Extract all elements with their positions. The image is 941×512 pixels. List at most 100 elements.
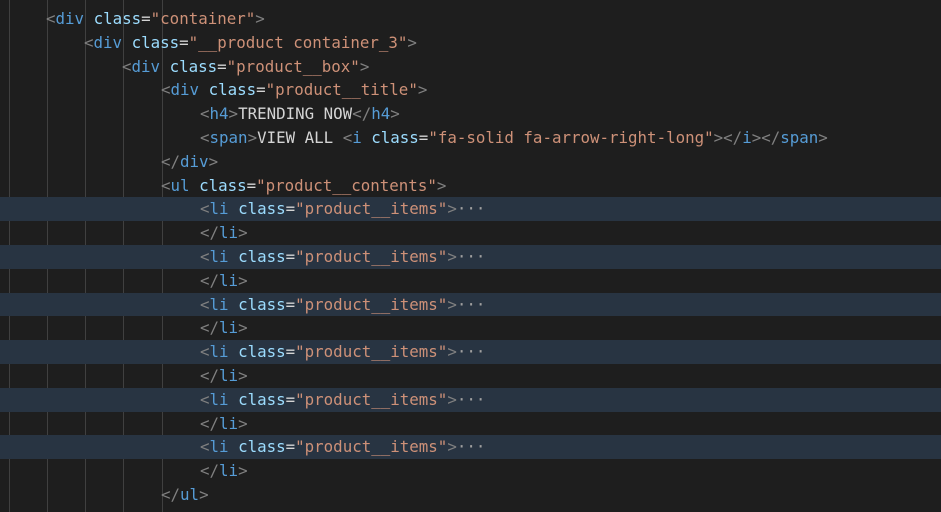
code-token: > [447, 199, 457, 219]
code-token: span [780, 128, 819, 147]
code-token: li [209, 199, 229, 219]
code-token: > [199, 485, 209, 504]
code-token: > [238, 223, 248, 243]
code-token: = [285, 342, 296, 362]
code-line[interactable]: <li class="product__items">··· [0, 292, 941, 317]
code-text: <div class="product__box"> [122, 55, 369, 79]
code-token: "__product container_3" [188, 32, 408, 52]
code-token: TRENDING NOW [238, 104, 353, 124]
code-line[interactable]: </div> [0, 150, 941, 174]
code-text: <ul class="product__contents"> [161, 174, 446, 198]
code-token: > [447, 437, 457, 457]
code-line[interactable]: </li> [0, 221, 941, 245]
code-line[interactable]: <li class="product__items">··· [0, 340, 941, 364]
code-line[interactable]: <div class="container"> [0, 7, 941, 31]
code-token: h4 [371, 104, 391, 124]
code-text: </li> [200, 269, 248, 293]
code-token: li [209, 342, 229, 362]
code-line[interactable]: </li> [0, 316, 941, 340]
fold-ellipsis-icon[interactable]: ··· [457, 199, 486, 218]
code-editor[interactable]: section <div class="container"><div clas… [0, 0, 941, 512]
code-token: = [285, 437, 296, 457]
code-text: </li> [200, 221, 248, 245]
code-token: </ [200, 223, 220, 243]
code-text: </li> [200, 412, 248, 436]
code-line[interactable]: <span>VIEW ALL <i class="fa-solid fa-arr… [0, 126, 941, 150]
code-token: "product__items" [295, 199, 448, 219]
code-token: = [285, 294, 296, 314]
code-text: <div class="product__title"> [161, 78, 427, 102]
code-token: = [217, 56, 227, 76]
code-token: class [169, 56, 218, 76]
code-token: < [200, 128, 210, 147]
code-token: i [742, 128, 752, 147]
code-token: < [161, 175, 171, 195]
code-text: <div class="container"> [46, 7, 265, 31]
code-token: < [161, 80, 171, 100]
code-line[interactable]: <div class="product__title"> [0, 78, 941, 102]
code-text: <span>VIEW ALL <i class="fa-solid fa-arr… [200, 126, 828, 150]
code-token: div [170, 80, 200, 100]
code-line[interactable]: <li class="product__items">··· [0, 245, 941, 269]
fold-ellipsis-icon[interactable]: ··· [457, 342, 486, 361]
code-line[interactable]: </li> [0, 364, 941, 388]
code-line[interactable]: <div class="__product container_3"> [0, 31, 941, 55]
code-token: </ [352, 104, 372, 124]
code-line[interactable]: </li> [0, 269, 941, 293]
code-token: "product__box" [226, 56, 360, 76]
code-token: span [209, 128, 248, 147]
fold-ellipsis-icon[interactable]: ··· [457, 390, 486, 409]
code-line[interactable]: <div class="product__box"> [0, 55, 941, 79]
code-token: li [209, 437, 229, 457]
code-token: > [238, 318, 248, 338]
code-token: > [359, 56, 370, 76]
code-line[interactable]: </ul> [0, 483, 941, 507]
code-token: class [238, 389, 286, 409]
code-line[interactable]: <h4>TRENDING NOW</h4> [0, 102, 941, 126]
code-token: > [247, 128, 258, 147]
code-token: > [447, 342, 457, 362]
code-token: "fa-solid fa-arrow-right-long" [428, 128, 714, 147]
code-token: = [141, 9, 151, 28]
code-token: > [447, 294, 457, 314]
code-token: = [256, 80, 266, 100]
code-line[interactable]: <li class="product__items">··· [0, 435, 941, 460]
fold-ellipsis-icon[interactable]: ··· [457, 295, 486, 314]
code-token: "product__items" [295, 247, 448, 266]
code-token: class [93, 9, 142, 28]
code-token: </ [200, 413, 220, 433]
code-line[interactable]: <li class="product__items">··· [0, 197, 941, 222]
code-line[interactable]: </li> [0, 412, 941, 436]
code-token: > [436, 175, 447, 195]
code-token: class [208, 80, 257, 100]
partial-section-line: section [8, 0, 75, 3]
code-token: class [238, 247, 286, 266]
code-token: class [238, 437, 286, 457]
code-line[interactable]: </li> [0, 459, 941, 483]
code-text: </ul> [161, 483, 209, 507]
code-token: div [93, 32, 123, 52]
code-token: "product__items" [295, 294, 448, 314]
fold-ellipsis-icon[interactable]: ··· [457, 247, 486, 266]
code-token: li [219, 366, 239, 385]
code-token: li [209, 247, 229, 266]
code-token: < [342, 128, 353, 147]
code-line[interactable]: <li class="product__items">··· [0, 387, 941, 412]
fold-ellipsis-icon[interactable]: ··· [457, 437, 486, 456]
code-text: <li class="product__items">··· [200, 245, 485, 269]
code-token: class [238, 294, 286, 314]
code-line[interactable]: <ul class="product__contents"> [0, 174, 941, 198]
code-token: "product__items" [295, 342, 448, 362]
code-token: = [285, 199, 296, 219]
code-token: > [238, 270, 248, 290]
code-token: "product__items" [295, 389, 448, 409]
code-token: </ [161, 151, 181, 171]
code-token: </ [200, 318, 220, 338]
